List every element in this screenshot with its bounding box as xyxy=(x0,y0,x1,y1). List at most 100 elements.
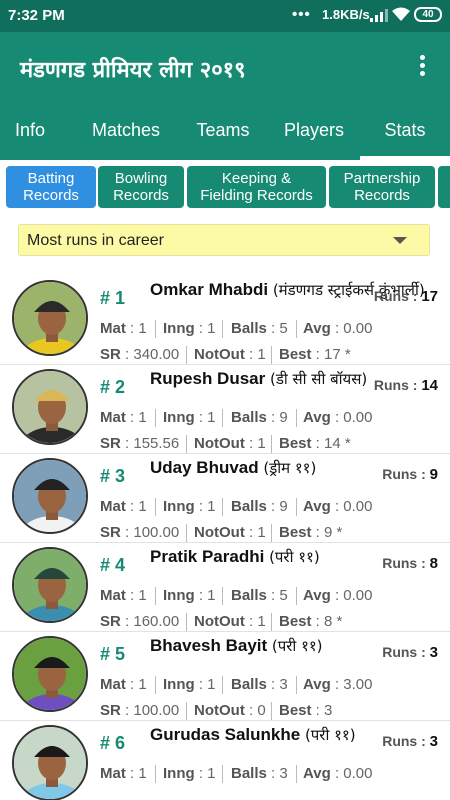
player-row[interactable]: # 5 Bhavesh Bayit (परी ११) Runs : 3 Mat : 1… xyxy=(0,632,450,721)
stat-label: NotOut xyxy=(194,524,245,541)
stat-balls: Balls : 3 xyxy=(231,676,288,693)
stat-best: Best : 8 * xyxy=(279,613,343,630)
runs-value: 8 xyxy=(429,555,438,572)
player-runs: Runs : 3 xyxy=(382,644,438,661)
stat-label: Inng xyxy=(163,320,195,337)
stat-avg: Avg : 0.00 xyxy=(303,587,373,604)
runs-value: 14 xyxy=(421,377,438,394)
player-name-line: Bhavesh Bayit (परी ११) xyxy=(150,636,323,656)
stat-inng: Inng : 1 xyxy=(163,676,216,693)
stat-value: 1 xyxy=(257,346,266,363)
status-time: 7:32 PM xyxy=(8,7,65,24)
stat-divider xyxy=(155,676,156,694)
subtab-more-partial[interactable] xyxy=(438,166,450,208)
subtab-partnership-records[interactable]: Partnership Records xyxy=(329,166,435,208)
subtab-label: Bowling xyxy=(114,170,168,187)
stat-notout: NotOut : 1 xyxy=(194,435,266,452)
tab-matches[interactable]: Matches xyxy=(80,120,172,141)
stat-divider xyxy=(222,765,223,783)
subtab-bowling-records[interactable]: Bowling Records xyxy=(98,166,184,208)
stat-divider xyxy=(155,765,156,783)
stat-avg: Avg : 0.00 xyxy=(303,498,373,515)
runs-label: Runs xyxy=(382,466,418,482)
stat-sr: SR : 340.00 xyxy=(100,346,180,363)
player-row[interactable]: # 2 Rupesh Dusar (डी सी सी बॉयस) Runs : 14… xyxy=(0,365,450,454)
runs-label: Runs xyxy=(373,288,409,304)
status-bar: 7:32 PM ••• 1.8KB/s 40 xyxy=(0,0,450,32)
stat-label: NotOut xyxy=(194,702,245,719)
stat-label: Inng xyxy=(163,409,195,426)
tab-stats[interactable]: Stats xyxy=(362,120,448,141)
overflow-menu-icon[interactable] xyxy=(410,52,434,80)
stat-label: Mat xyxy=(100,587,126,604)
player-row[interactable]: # 4 Pratik Paradhi (परी ११) Runs : 8 Mat : … xyxy=(0,543,450,632)
player-rank: # 5 xyxy=(100,644,126,664)
subtab-keeping-fielding-records[interactable]: Keeping & Fielding Records xyxy=(187,166,326,208)
player-team: (ड्रीम ११) xyxy=(263,459,317,477)
player-rank: # 1 xyxy=(100,288,126,308)
stat-label: Mat xyxy=(100,676,126,693)
stat-label: Balls xyxy=(231,498,267,515)
player-row[interactable]: # 3 Uday Bhuvad (ड्रीम ११) Runs : 9 Mat : 1… xyxy=(0,454,450,543)
stat-label: Inng xyxy=(163,587,195,604)
stat-balls: Balls : 9 xyxy=(231,498,288,515)
runs-value: 17 xyxy=(421,288,438,305)
player-team: (परी ११) xyxy=(304,726,356,744)
stat-best: Best : 17 * xyxy=(279,346,351,363)
stat-value: 1 xyxy=(207,498,216,515)
player-name: Uday Bhuvad xyxy=(150,458,259,477)
stat-balls: Balls : 3 xyxy=(231,765,288,782)
stat-value: 1 xyxy=(138,320,147,337)
stat-avg: Avg : 0.00 xyxy=(303,320,373,337)
stat-divider xyxy=(296,587,297,605)
stat-label: Avg xyxy=(303,765,331,782)
stat-label: Balls xyxy=(231,409,267,426)
stat-label: Balls xyxy=(231,587,267,604)
stat-value: 5 xyxy=(279,587,288,604)
stat-inng: Inng : 1 xyxy=(163,498,216,515)
stat-value: 3.00 xyxy=(343,676,373,693)
stat-value: 0.00 xyxy=(343,320,373,337)
stat-label: Best xyxy=(279,346,312,363)
stat-divider xyxy=(186,346,187,364)
tab-teams[interactable]: Teams xyxy=(184,120,262,141)
stat-label: Inng xyxy=(163,498,195,515)
player-name: Rupesh Dusar xyxy=(150,369,266,388)
player-row[interactable]: # 1 Omkar Mhabdi (मंडणगड स्ट्राईकर्स कुंभ… xyxy=(0,276,450,365)
record-type-tabs: Batting Records Bowling Records Keeping … xyxy=(0,160,450,214)
stat-best: Best : 9 * xyxy=(279,524,343,541)
stat-mat: Mat : 1 xyxy=(100,498,147,515)
stat-sr: SR : 100.00 xyxy=(100,702,180,719)
player-team: (परी ११) xyxy=(269,548,320,566)
tab-players[interactable]: Players xyxy=(272,120,356,141)
stat-divider xyxy=(186,613,187,631)
player-name: Bhavesh Bayit xyxy=(150,636,268,655)
player-runs: Runs : 14 xyxy=(373,377,438,394)
player-rank: # 6 xyxy=(100,733,126,753)
player-name-line: Rupesh Dusar (डी सी सी बॉयस) xyxy=(150,369,367,389)
stat-divider xyxy=(155,587,156,605)
stat-value: 9 * xyxy=(324,524,343,541)
runs-label: Runs xyxy=(382,644,418,660)
subtab-label: Keeping & xyxy=(221,170,292,187)
stat-value: 100.00 xyxy=(133,524,180,541)
stat-avg: Avg : 3.00 xyxy=(303,676,373,693)
player-row[interactable]: # 6 Gurudas Salunkhe (परी ११) Runs : 3 Mat … xyxy=(0,721,450,800)
subtab-batting-records[interactable]: Batting Records xyxy=(6,166,96,208)
stat-avg: Avg : 0.00 xyxy=(303,409,373,426)
stat-divider xyxy=(296,498,297,516)
stat-mat: Mat : 1 xyxy=(100,676,147,693)
stat-label: Avg xyxy=(303,587,331,604)
subtab-label: Batting xyxy=(27,170,75,187)
runs-label: Runs xyxy=(373,377,409,393)
stat-mat: Mat : 1 xyxy=(100,587,147,604)
stat-notout: NotOut : 1 xyxy=(194,524,266,541)
stat-value: 1 xyxy=(257,524,266,541)
player-avatar xyxy=(12,636,88,712)
tab-info[interactable]: Info xyxy=(0,120,60,141)
stat-label: Best xyxy=(279,613,312,630)
player-runs: Runs : 9 xyxy=(382,466,438,483)
stat-avg: Avg : 0.00 xyxy=(303,765,373,782)
stat-value: 1 xyxy=(207,587,216,604)
records-filter-select[interactable]: Most runs in career xyxy=(18,224,430,256)
